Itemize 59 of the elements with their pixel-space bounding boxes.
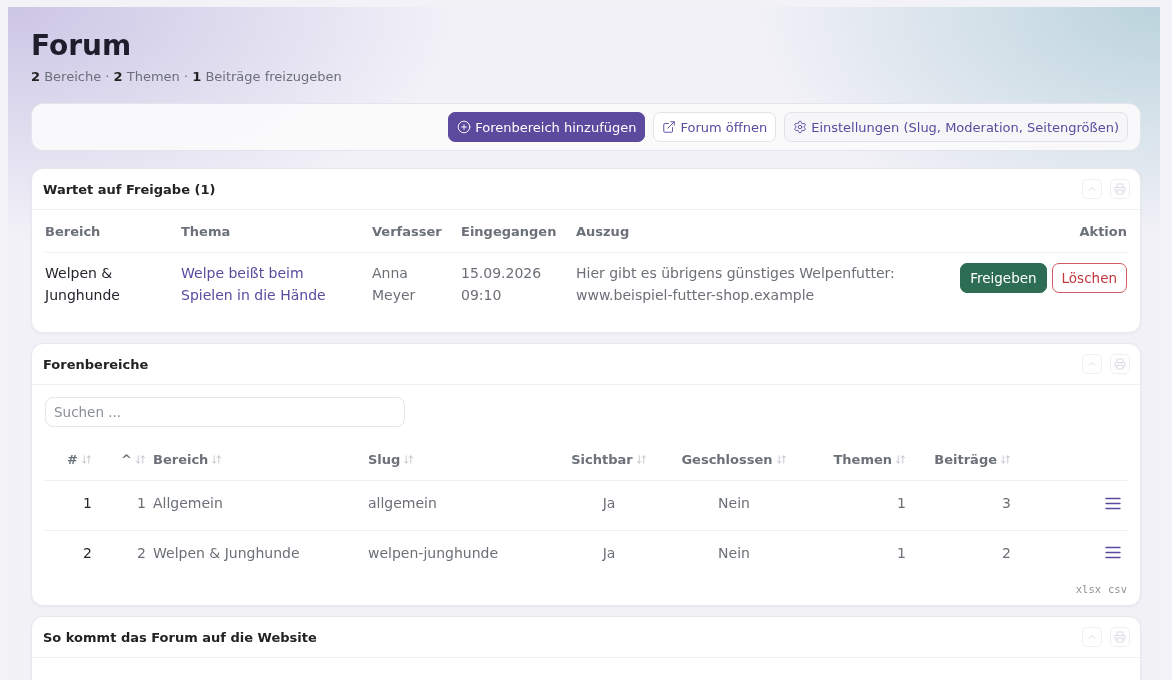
print-button[interactable]	[1110, 179, 1130, 199]
column-header: Eingegangen	[461, 223, 558, 239]
table-cell-text: 1	[896, 544, 906, 561]
panel-title: Wartet auf Freigabe (1)	[43, 181, 216, 197]
export-link[interactable]: xlsx	[1075, 583, 1102, 595]
table-cell-text: Nein	[717, 495, 751, 511]
table-cell-text: 2	[1001, 544, 1011, 561]
table-cell-text: 15.09.2026 09:10	[461, 264, 543, 305]
delete-button[interactable]: Löschen	[1051, 263, 1127, 293]
plus-circle-icon	[457, 120, 472, 134]
column-header: Auszug	[576, 223, 631, 239]
export-link[interactable]: csv	[1108, 583, 1127, 595]
table-cell-text: 1	[82, 495, 92, 511]
menu-icon[interactable]	[1105, 546, 1121, 559]
table-cell-text: 2	[82, 544, 92, 561]
column-header[interactable]: Beiträge	[906, 452, 1011, 467]
table-cell-text: Welpen & Junghunde	[152, 544, 301, 561]
table-cell-text: Ja	[601, 495, 617, 511]
column-header: Aktion	[1079, 223, 1127, 239]
table-cell-text: Hier gibt es übrigens günstiges Welpenfutter: www.beispiel-futter-shop.example	[576, 264, 896, 305]
table-cell-text: Nein	[717, 544, 751, 561]
topic-link[interactable]: Welpe beißt beim Spielen in die Hände	[181, 262, 341, 306]
column-header: Verfasser	[372, 223, 443, 239]
menu-icon[interactable]	[1105, 496, 1121, 510]
table-cell-text: Anna Meyer	[372, 264, 417, 305]
printer-icon	[1114, 631, 1126, 643]
column-header[interactable]: Sichtbar	[566, 452, 652, 467]
settings-button[interactable]: Einstellungen (Slug, Moderation, Seitengrößen)	[784, 112, 1128, 142]
printer-icon	[1114, 358, 1126, 370]
search-field[interactable]: Suchen ...	[45, 397, 405, 427]
column-header[interactable]: Bereich	[146, 452, 368, 467]
column-header[interactable]: Slug	[368, 452, 566, 467]
page-title: Forum	[31, 29, 133, 63]
table-cell-text: 2	[136, 544, 146, 561]
column-header[interactable]: Themen	[816, 452, 906, 467]
settings-icon	[793, 120, 808, 134]
column-header[interactable]: Geschlossen	[652, 452, 816, 467]
column-header: Thema	[181, 223, 232, 239]
print-button[interactable]	[1110, 354, 1130, 374]
table-cell-text: 1	[136, 495, 146, 511]
table-cell-text: welpen-junghunde	[368, 544, 500, 561]
add-button[interactable]: Forenbereich hinzufügen	[448, 112, 646, 142]
table-cell-text: allgemein	[368, 495, 438, 511]
table-cell-text: Welpen & Junghunde	[45, 264, 121, 305]
summary-text: 2 Bereiche · 2 Themen · 1 Beiträge freizugeben	[31, 68, 343, 86]
table-cell-text: Ja	[601, 544, 617, 561]
column-header: Bereich	[45, 223, 102, 239]
external-button[interactable]: Forum öffnen	[653, 112, 777, 142]
table-cell-text: Allgemein	[152, 495, 224, 511]
external-link-icon	[662, 120, 677, 134]
panel-title: So kommt das Forum auf die Website	[43, 629, 317, 645]
table-cell-text: 1	[896, 495, 906, 511]
table-cell-text: 3	[1001, 495, 1011, 511]
printer-icon	[1114, 183, 1126, 195]
panel-title: Forenbereiche	[43, 356, 149, 372]
print-button[interactable]	[1110, 627, 1130, 647]
column-header[interactable]: ^	[92, 452, 146, 467]
approve-button[interactable]: Freigeben	[960, 263, 1047, 293]
column-header[interactable]: #	[45, 452, 92, 467]
